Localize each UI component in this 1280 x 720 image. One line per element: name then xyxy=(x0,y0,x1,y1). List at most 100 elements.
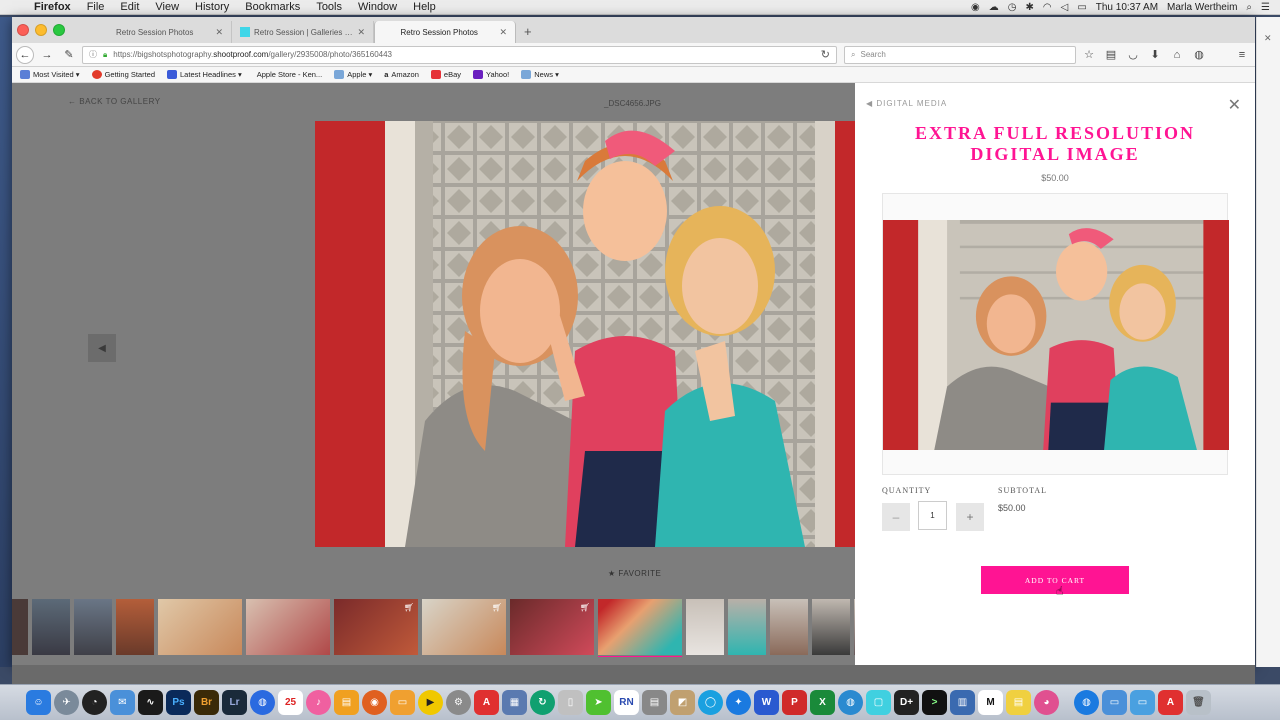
bookmark-ebay[interactable]: eBay xyxy=(430,70,461,79)
preview-icon[interactable]: ▯ xyxy=(558,690,583,715)
reload-icon[interactable]: ↻ xyxy=(821,48,830,61)
bookmark-apple-store[interactable]: Apple Store - Ken... xyxy=(254,70,322,79)
mail-icon[interactable]: ✉ xyxy=(110,690,135,715)
firefox-icon[interactable]: ◉ xyxy=(362,690,387,715)
play-icon[interactable]: ▶ xyxy=(418,690,443,715)
safari-icon[interactable]: ✦ xyxy=(726,690,751,715)
clock[interactable]: Thu 10:37 AM xyxy=(1096,2,1158,13)
word-icon[interactable]: W xyxy=(754,690,779,715)
thumbnail[interactable] xyxy=(158,599,242,655)
menu-history[interactable]: History xyxy=(187,1,237,13)
close-panel-button[interactable]: ✕ xyxy=(1228,95,1241,115)
thumbnail[interactable]: 🛒︎ xyxy=(334,599,418,655)
refresh-app-icon[interactable]: ↻ xyxy=(530,690,555,715)
paper-plane-icon[interactable]: ➤ xyxy=(586,690,611,715)
new-tab-icon[interactable]: + xyxy=(524,24,532,39)
bookmark-yahoo[interactable]: Yahoo! xyxy=(473,70,509,79)
lightroom-icon[interactable]: Lr xyxy=(222,690,247,715)
add-to-cart-button[interactable]: ADD TO CART xyxy=(981,566,1129,594)
bookmark-news[interactable]: News ▾ xyxy=(521,70,559,79)
finder-app-icon[interactable]: ▢ xyxy=(866,690,891,715)
notes-app-icon[interactable]: ▤ xyxy=(1006,690,1031,715)
thumbnail[interactable] xyxy=(116,599,154,655)
globe-icon[interactable]: ◍ xyxy=(250,690,275,715)
thumbnail[interactable] xyxy=(12,599,28,655)
dashboard-icon[interactable]: ◔ xyxy=(82,690,107,715)
m-app-icon[interactable]: M xyxy=(978,690,1003,715)
bookmark-latest-headlines[interactable]: Latest Headlines ▾ xyxy=(167,70,242,79)
timemachine-icon[interactable]: ◷ xyxy=(1008,2,1017,13)
user-name[interactable]: Marla Wertheim xyxy=(1167,2,1237,13)
menu-tools[interactable]: Tools xyxy=(308,1,350,13)
system-preferences-icon[interactable]: ⚙ xyxy=(446,690,471,715)
thumbnail[interactable] xyxy=(686,599,724,655)
zoom-window-icon[interactable] xyxy=(53,24,65,36)
thumbnail-selected[interactable] xyxy=(598,599,682,657)
globe-icon[interactable]: ◍ xyxy=(838,690,863,715)
bluetooth-icon[interactable]: ✱ xyxy=(1025,2,1033,13)
thumbnail[interactable] xyxy=(74,599,112,655)
volume-icon[interactable]: ◁ xyxy=(1061,2,1069,13)
pocket-icon[interactable]: ◡ xyxy=(1124,48,1142,61)
bookmark-most-visited[interactable]: Most Visited ▾ xyxy=(20,70,80,79)
lock-icon[interactable]: 🔒︎ xyxy=(103,50,107,60)
minimize-window-icon[interactable] xyxy=(35,24,47,36)
stickies-icon[interactable]: ▭ xyxy=(390,690,415,715)
launchpad-icon[interactable]: ✈ xyxy=(54,690,79,715)
forward-arrow-icon[interactable]: → xyxy=(38,46,56,64)
terminal-icon[interactable]: > xyxy=(922,690,947,715)
info-icon[interactable]: ⓘ xyxy=(89,49,97,60)
downloads-folder-icon[interactable]: ▭ xyxy=(1130,690,1155,715)
tab-retro-photos-1[interactable]: Retro Session Photos ✕ xyxy=(90,21,232,43)
notification-icon[interactable]: ☰ xyxy=(1261,2,1270,13)
menu-bookmarks[interactable]: Bookmarks xyxy=(237,1,308,13)
record-icon[interactable]: ◉ xyxy=(971,2,980,13)
tab-close-icon[interactable]: ✕ xyxy=(215,27,223,38)
reading-list-icon[interactable]: ▤ xyxy=(1102,48,1120,61)
previous-photo-button[interactable]: ◀ xyxy=(88,334,116,362)
menu-file[interactable]: File xyxy=(79,1,113,13)
calendar-icon[interactable]: 25 xyxy=(278,690,303,715)
rn-icon[interactable]: RN xyxy=(614,690,639,715)
thumbnail[interactable] xyxy=(32,599,70,655)
back-arrow-icon[interactable]: ← xyxy=(16,45,34,64)
thumbnail[interactable] xyxy=(812,599,850,655)
menu-window[interactable]: Window xyxy=(350,1,405,13)
cloud-icon[interactable]: ☁ xyxy=(989,2,999,13)
photo-app-icon[interactable]: ◩ xyxy=(670,690,695,715)
url-bar[interactable]: ⓘ 🔒︎ https://bigshotsphotography.shootpr… xyxy=(82,45,837,64)
quantity-input[interactable]: 1 xyxy=(918,501,947,530)
tab-close-icon[interactable]: ✕ xyxy=(499,27,507,38)
bookmark-star-icon[interactable]: ☆ xyxy=(1080,48,1098,61)
ibooks-icon[interactable]: ▤ xyxy=(334,690,359,715)
spotlight-icon[interactable]: ⌕ xyxy=(1246,2,1252,13)
bookmark-amazon[interactable]: a Amazon xyxy=(384,70,419,79)
trash-icon[interactable]: 🗑︎ xyxy=(1186,690,1211,715)
home-icon[interactable]: ⌂ xyxy=(1168,49,1186,61)
thumbnail[interactable]: 🛒︎ xyxy=(510,599,594,655)
file-manager-icon[interactable]: ▥ xyxy=(950,690,975,715)
tab-retro-galleries[interactable]: Retro Session | Galleries | ... ✕ xyxy=(232,21,374,43)
pdf-icon[interactable]: A xyxy=(1158,690,1183,715)
finder-icon[interactable]: ☺ xyxy=(26,690,51,715)
back-to-gallery-link[interactable]: ← BACK TO GALLERY xyxy=(68,97,161,106)
itunes-icon[interactable]: ♪ xyxy=(306,690,331,715)
thumbnail[interactable] xyxy=(246,599,330,655)
decrease-quantity-button[interactable]: – xyxy=(882,503,910,531)
increase-quantity-button[interactable]: + xyxy=(956,503,984,531)
thumbnail[interactable] xyxy=(770,599,808,655)
archive-icon[interactable]: ▦ xyxy=(502,690,527,715)
breadcrumb[interactable]: ◀ DIGITAL MEDIA xyxy=(866,99,947,108)
photoshop-icon[interactable]: Ps xyxy=(166,690,191,715)
wifi-icon[interactable]: ◠ xyxy=(1043,2,1052,13)
menu-app-name[interactable]: Firefox xyxy=(26,1,79,13)
color-app-icon[interactable]: ◕ xyxy=(1034,690,1059,715)
download-icon[interactable]: ⬇ xyxy=(1146,48,1164,61)
tab-retro-photos-active[interactable]: Retro Session Photos ✕ xyxy=(374,21,516,43)
tools-icon[interactable]: ✎ xyxy=(60,48,78,61)
notes-icon[interactable]: ▤ xyxy=(642,690,667,715)
tab-close-icon[interactable]: ✕ xyxy=(357,27,365,38)
battery-icon[interactable]: ▭ xyxy=(1077,2,1086,13)
world-icon[interactable]: ◍ xyxy=(1074,690,1099,715)
bookmark-apple[interactable]: Apple ▾ xyxy=(334,70,372,79)
